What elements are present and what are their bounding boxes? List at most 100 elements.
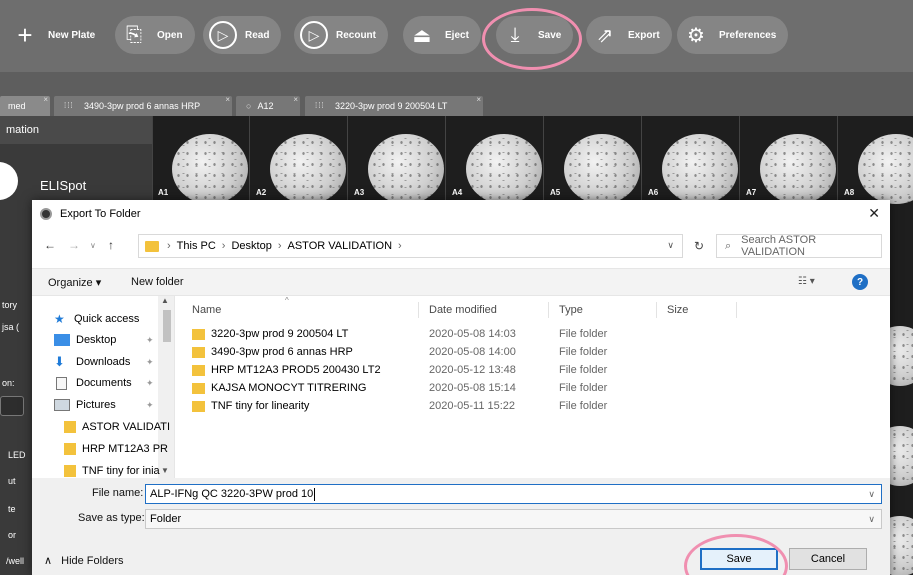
panel-item: tory xyxy=(2,300,18,310)
nav-item-documents[interactable]: Documents ✦ xyxy=(54,374,154,392)
column-header-date[interactable]: Date modified xyxy=(429,304,497,316)
file-name: HRP MT12A3 PROD5 200430 LT2 xyxy=(211,364,381,376)
panel-item: /well xyxy=(6,556,25,566)
tab-label: 3220-3pw prod 9 200504 LT xyxy=(335,101,448,111)
column-header-size[interactable]: Size xyxy=(667,304,688,316)
refresh-icon[interactable]: ↻ xyxy=(684,234,714,258)
close-icon[interactable]: × xyxy=(476,95,481,104)
search-input[interactable]: ⌕ Search ASTOR VALIDATION xyxy=(716,234,882,258)
cancel-button[interactable]: Cancel xyxy=(789,548,867,570)
close-icon[interactable]: × xyxy=(293,95,298,104)
panel-input[interactable] xyxy=(0,396,24,416)
folder-icon xyxy=(145,240,159,252)
folder-icon xyxy=(64,421,76,433)
export-button[interactable]: ⇗ Export xyxy=(586,16,672,54)
dialog-titlebar: Export To Folder ✕ xyxy=(32,200,890,228)
nav-item-astor-validation[interactable]: ASTOR VALIDATI xyxy=(64,418,170,436)
breadcrumb-astor-validation[interactable]: ASTOR VALIDATION xyxy=(288,240,393,252)
tab-200504-lt[interactable]: ⁞⁞⁞ 3220-3pw prod 9 200504 LT × xyxy=(305,95,483,116)
save-highlight-ring xyxy=(482,8,582,70)
well-a2[interactable] xyxy=(270,134,346,204)
pin-icon: ✦ xyxy=(146,334,154,345)
chevron-down-icon: ∨ xyxy=(868,514,875,524)
nav-label: HRP MT12A3 PR xyxy=(82,443,168,455)
file-row[interactable]: TNF tiny for linearity 2020-05-11 15:22 … xyxy=(192,398,752,416)
folder-icon xyxy=(192,328,205,340)
breadcrumb-desktop[interactable]: Desktop xyxy=(231,240,271,252)
help-icon[interactable]: ? xyxy=(852,274,868,290)
well-a3[interactable] xyxy=(368,134,444,204)
well-a1[interactable] xyxy=(172,134,248,204)
well-a5[interactable] xyxy=(564,134,640,204)
well-a8[interactable] xyxy=(858,134,913,204)
new-plate-button[interactable]: + New Plate xyxy=(4,16,107,54)
column-header-type[interactable]: Type xyxy=(559,304,583,316)
preferences-button[interactable]: ⚙ Preferences xyxy=(677,16,789,54)
file-name: 3490-3pw prod 6 annas HRP xyxy=(211,346,353,358)
chevron-right-icon: › xyxy=(398,240,402,252)
grid-icon: ⁞⁞⁞ xyxy=(315,101,325,110)
column-divider[interactable] xyxy=(736,302,737,318)
save-type-value: Folder xyxy=(150,513,182,525)
file-row[interactable]: 3490-3pw prod 6 annas HRP 2020-05-08 14:… xyxy=(192,344,752,362)
address-bar[interactable]: › This PC › Desktop › ASTOR VALIDATION ›… xyxy=(138,234,683,258)
export-icon: ⇗ xyxy=(596,24,614,47)
tab-med[interactable]: med × xyxy=(0,95,50,116)
read-button[interactable]: ▷ Read xyxy=(203,16,282,54)
nav-item-desktop[interactable]: Desktop ✦ xyxy=(54,331,154,349)
chevron-down-icon[interactable]: ∨ xyxy=(667,240,674,251)
scroll-down-icon[interactable]: ▼ xyxy=(161,466,169,475)
recount-button[interactable]: ▷ Recount xyxy=(294,16,388,54)
folder-icon xyxy=(192,382,205,394)
close-icon[interactable]: × xyxy=(225,95,230,104)
file-name: 3220-3pw prod 9 200504 LT xyxy=(211,328,349,340)
column-divider[interactable] xyxy=(548,302,549,318)
well-a6[interactable] xyxy=(662,134,738,204)
gear-icon: ⚙ xyxy=(687,24,705,47)
nav-item-downloads[interactable]: ⬇ Downloads ✦ xyxy=(54,353,154,371)
file-row[interactable]: KAJSA MONOCYT TITRERING 2020-05-08 15:14… xyxy=(192,380,752,398)
close-icon[interactable]: × xyxy=(43,95,48,104)
column-divider[interactable] xyxy=(418,302,419,318)
nav-item-quick-access[interactable]: ★ Quick access xyxy=(54,310,139,328)
save-type-select[interactable]: Folder ∨ xyxy=(145,509,882,529)
column-header-name[interactable]: Name xyxy=(192,304,221,316)
new-plate-label: New Plate xyxy=(48,29,96,41)
forward-arrow-icon[interactable]: → xyxy=(68,238,80,252)
close-icon[interactable]: ✕ xyxy=(868,205,880,222)
panel-item: or xyxy=(8,530,17,540)
up-arrow-icon[interactable]: ↑ xyxy=(108,238,114,252)
new-folder-button[interactable]: New folder xyxy=(131,276,184,288)
nav-item-pictures[interactable]: Pictures ✦ xyxy=(54,396,154,414)
chevron-down-icon[interactable]: ∨ xyxy=(868,489,875,500)
tab-annas-hrp[interactable]: ⁞⁞⁞ 3490-3pw prod 6 annas HRP × xyxy=(54,95,232,116)
scrollbar-thumb[interactable] xyxy=(163,310,171,342)
well-a7[interactable] xyxy=(760,134,836,204)
dialog-footer: File name: ALP-IFNg QC 3220-3PW prod 10 … xyxy=(32,478,890,575)
chevron-right-icon: › xyxy=(221,240,226,252)
organize-menu[interactable]: Organize ▾ xyxy=(48,276,101,289)
file-list: ^ Name Date modified Type Size 3220-3pw … xyxy=(182,296,882,478)
nav-item-tnf[interactable]: TNF tiny for inia xyxy=(64,462,160,478)
nav-item-hrp[interactable]: HRP MT12A3 PR xyxy=(64,440,168,458)
file-name-field[interactable]: ALP-IFNg QC 3220-3PW prod 10 ∨ xyxy=(145,484,882,504)
file-row[interactable]: 3220-3pw prod 9 200504 LT 2020-05-08 14:… xyxy=(192,326,752,344)
eject-button[interactable]: ⏏ Eject xyxy=(403,16,481,54)
scroll-up-icon[interactable]: ▲ xyxy=(161,296,169,305)
well-label: A6 xyxy=(648,188,659,197)
nav-label: TNF tiny for inia xyxy=(82,465,160,477)
tab-a12[interactable]: ○ A12 × xyxy=(236,95,300,116)
file-name-value: ALP-IFNg QC 3220-3PW prod 10 xyxy=(150,488,314,500)
file-row[interactable]: HRP MT12A3 PROD5 200430 LT2 2020-05-12 1… xyxy=(192,362,752,380)
column-divider[interactable] xyxy=(656,302,657,318)
recent-locations-icon[interactable]: ∨ xyxy=(90,241,96,250)
panel-item: te xyxy=(8,504,16,514)
breadcrumb-this-pc[interactable]: This PC xyxy=(177,240,216,252)
hide-folders-toggle[interactable]: ∧ Hide Folders xyxy=(44,554,123,567)
view-options-icon[interactable]: ☷ ▾ xyxy=(798,276,815,287)
file-date: 2020-05-12 13:48 xyxy=(429,364,516,376)
well-a4[interactable] xyxy=(466,134,542,204)
back-arrow-icon[interactable]: ← xyxy=(44,238,56,252)
file-date: 2020-05-08 14:00 xyxy=(429,346,516,358)
open-button[interactable]: ⎘ Open xyxy=(115,16,195,54)
